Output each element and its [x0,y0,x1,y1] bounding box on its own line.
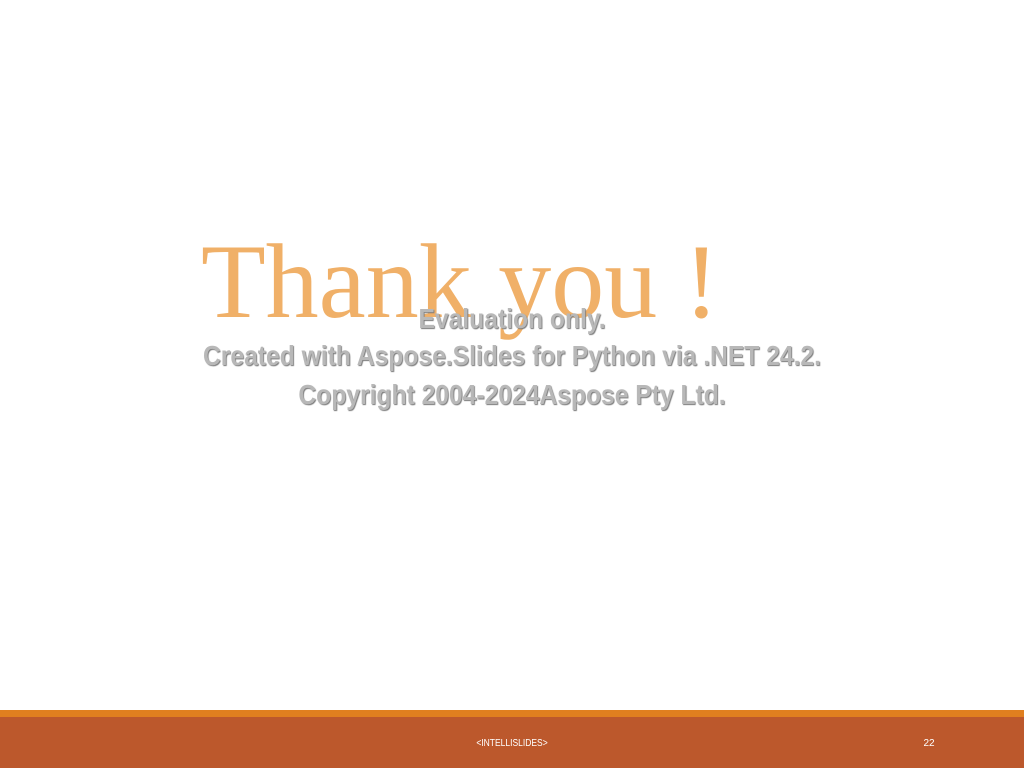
watermark-line-2: Created with Aspose.Slides for Python vi… [202,340,821,371]
slide: Thank you ! Evaluation only. Created wit… [0,0,1024,768]
watermark-line-1: Evaluation only. [418,303,606,334]
footer-text: <INTELLISLIDES> [476,738,548,749]
watermark-line-3: Copyright 2004-2024Aspose Pty Ltd. [298,379,726,410]
page-number: 22 [923,738,935,749]
footer-accent-stripe [0,710,1024,717]
